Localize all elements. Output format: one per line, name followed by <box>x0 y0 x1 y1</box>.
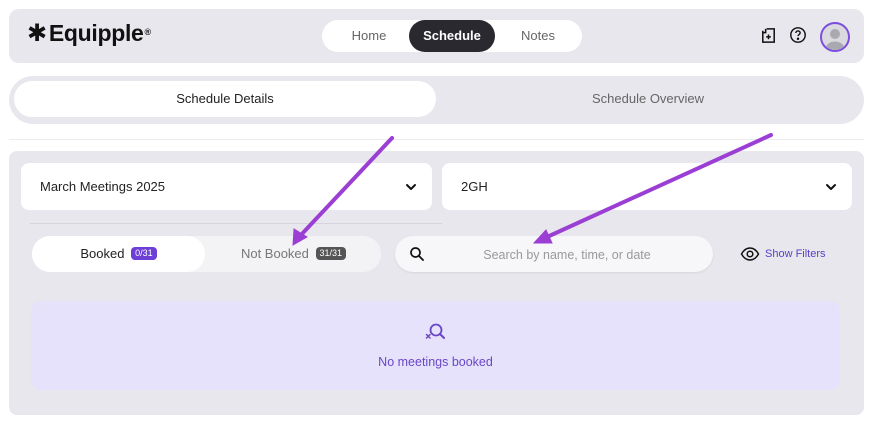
booking-status-toggle: Booked 0/31 Not Booked 31/31 <box>32 236 381 272</box>
brand-logo[interactable]: ✱ Equipple ® <box>27 20 151 47</box>
avatar[interactable] <box>820 22 850 52</box>
show-filters-button[interactable]: Show Filters <box>740 244 826 264</box>
search-icon <box>410 247 424 261</box>
not-booked-count-badge: 31/31 <box>315 247 347 261</box>
tab-schedule-overview[interactable]: Schedule Overview <box>437 81 859 117</box>
group-select-value: 2GH <box>461 179 488 194</box>
search-no-results-icon <box>425 323 445 339</box>
section-divider <box>9 139 864 140</box>
chevron-down-icon <box>406 184 416 190</box>
chevron-down-icon <box>826 184 836 190</box>
add-document-icon[interactable] <box>758 25 778 45</box>
help-icon[interactable] <box>788 25 808 45</box>
show-filters-label: Show Filters <box>765 248 826 260</box>
eye-icon <box>740 247 760 261</box>
empty-state-message: No meetings booked <box>378 355 493 369</box>
nav-schedule[interactable]: Schedule <box>409 20 495 52</box>
booked-option[interactable]: Booked 0/31 <box>32 236 205 272</box>
brand-name: Equipple <box>48 20 144 46</box>
tab-schedule-details[interactable]: Schedule Details <box>14 81 436 117</box>
schedule-tabs: Schedule Details Schedule Overview <box>9 76 864 124</box>
search-bar <box>395 236 713 274</box>
booked-count-badge: 0/31 <box>131 247 157 261</box>
schedule-panel: March Meetings 2025 2GH Booked 0/31 Not … <box>9 151 864 415</box>
not-booked-label: Not Booked <box>240 246 309 261</box>
event-select-value: March Meetings 2025 <box>40 179 166 194</box>
logo-star-icon: ✱ <box>27 19 47 47</box>
booked-label: Booked <box>80 246 125 261</box>
nav-notes[interactable]: Notes <box>499 20 577 52</box>
main-nav: Home Schedule Notes <box>322 20 582 52</box>
top-bar: ✱ Equipple ® Home Schedule Notes <box>9 9 864 63</box>
trademark-symbol: ® <box>144 26 152 37</box>
not-booked-option[interactable]: Not Booked 31/31 <box>206 236 381 272</box>
nav-home[interactable]: Home <box>328 20 410 52</box>
filter-separator <box>30 223 442 224</box>
group-select[interactable]: 2GH <box>442 163 852 210</box>
search-input[interactable] <box>435 236 699 274</box>
event-select[interactable]: March Meetings 2025 <box>21 163 432 210</box>
empty-state: No meetings booked <box>31 301 840 390</box>
